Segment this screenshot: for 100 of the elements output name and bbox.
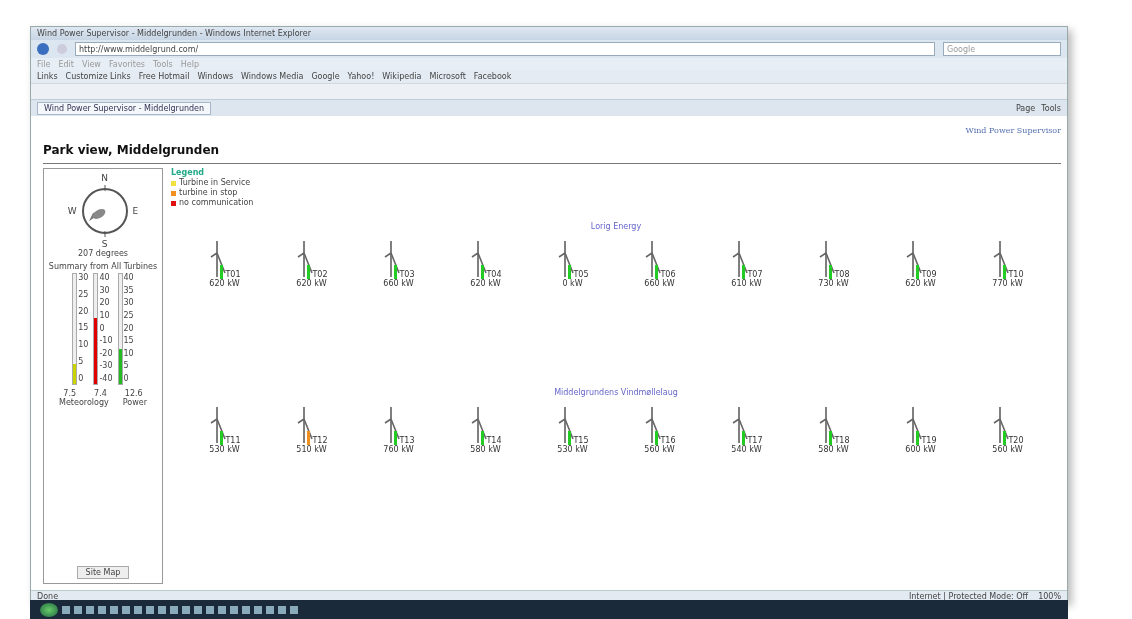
- power-reading: 610 kW: [731, 279, 762, 288]
- scale-label: 20: [78, 306, 89, 316]
- power-reading: 760 kW: [383, 445, 414, 454]
- zoom-level[interactable]: 100%: [1038, 591, 1061, 601]
- power-reading: 620 kW: [470, 279, 501, 288]
- scale-label: 25: [78, 289, 89, 299]
- scale-label: 15: [78, 323, 89, 333]
- gauge-reading: 7.5: [63, 389, 77, 398]
- turbine-id: T20: [1008, 436, 1024, 445]
- scale-label: -10: [99, 336, 113, 346]
- power-reading: 620 kW: [296, 279, 327, 288]
- park-name: Middelgrundens Vindmøllelaug: [553, 388, 679, 397]
- compass-label: N: [101, 173, 108, 183]
- link-item[interactable]: Wikipedia: [382, 72, 422, 81]
- gauge-label: Meteorology: [59, 398, 109, 407]
- turbine-id: T19: [921, 436, 937, 445]
- legend-label: Turbine in Service: [179, 178, 251, 188]
- turbine-id: T12: [312, 436, 328, 445]
- back-button[interactable]: [37, 43, 49, 55]
- scale-label: 20: [123, 323, 134, 333]
- power-reading: 580 kW: [818, 445, 849, 454]
- power-reading: 540 kW: [731, 445, 762, 454]
- wind-direction: 207 degrees: [78, 249, 128, 258]
- power-reading: 770 kW: [992, 279, 1023, 288]
- link-item[interactable]: Facebook: [473, 72, 512, 81]
- gauge-reading: 7.4: [94, 389, 107, 398]
- scale-label: 30: [78, 273, 89, 282]
- site-map-button[interactable]: Site Map: [76, 566, 130, 579]
- command-button[interactable]: Page: [1015, 103, 1036, 113]
- power-reading: 660 kW: [383, 279, 414, 288]
- power-reading: 730 kW: [818, 279, 849, 288]
- turbine-id: T18: [834, 436, 850, 445]
- scale-label: 0: [99, 323, 106, 333]
- power-reading: 0 kW: [562, 279, 583, 288]
- power-reading: 530 kW: [209, 445, 240, 454]
- power-reading: 530 kW: [557, 445, 588, 454]
- scale-label: -30: [99, 361, 113, 371]
- turbine-id: T05: [573, 270, 589, 279]
- power-reading: 580 kW: [470, 445, 501, 454]
- scale-label: 40: [123, 273, 134, 282]
- scale-label: 35: [123, 285, 134, 295]
- browser-tab[interactable]: Wind Power Supervisor - Middelgrunden: [37, 101, 212, 115]
- status-text: Done: [37, 591, 59, 601]
- scale-label: 30: [99, 285, 111, 295]
- address-field[interactable]: http://www.middelgrund.com/: [75, 42, 935, 56]
- turbine-id: T08: [834, 270, 850, 279]
- scale-label: 0: [123, 374, 130, 383]
- scale-label: 5: [78, 357, 85, 367]
- link-item[interactable]: Customize Links: [65, 72, 131, 81]
- link-item[interactable]: Links: [37, 72, 58, 81]
- gauge-reading: 12.6: [124, 389, 143, 398]
- power-reading: 560 kW: [992, 445, 1023, 454]
- scale-label: 15: [123, 336, 134, 346]
- command-button[interactable]: Tools: [1041, 103, 1061, 113]
- link-item[interactable]: Free Hotmail: [138, 72, 190, 81]
- summary-title: Summary from All Turbines: [48, 262, 158, 271]
- power-reading: 600 kW: [905, 445, 936, 454]
- scale-label: 0: [78, 373, 85, 383]
- scale-label: 40: [99, 273, 111, 282]
- power-reading: 620 kW: [905, 279, 936, 288]
- turbine-id: T13: [399, 436, 415, 445]
- link-item[interactable]: Microsoft: [429, 72, 466, 81]
- legend-label: no communication: [179, 198, 254, 208]
- window-title: Wind Power Supervisor - Middelgrunden - Windows Internet Explorer: [37, 29, 311, 38]
- power-reading: 560 kW: [644, 445, 675, 454]
- turbine-id: T14: [486, 436, 502, 445]
- turbine-id: T17: [747, 436, 763, 445]
- brand-title: Wind Power Supervisor: [965, 126, 1061, 135]
- legend-title: Legend: [171, 168, 205, 177]
- compass-label: W: [67, 206, 77, 216]
- turbine-id: T11: [225, 436, 241, 445]
- turbine-id: T07: [747, 270, 763, 279]
- link-item[interactable]: Windows: [197, 72, 234, 81]
- turbine-id: T10: [1008, 270, 1024, 279]
- turbine-id: T15: [573, 436, 589, 445]
- park-name: Lorig Energy: [589, 222, 643, 231]
- power-reading: 510 kW: [296, 445, 327, 454]
- link-item[interactable]: Yahoo!: [347, 72, 375, 81]
- legend-label: turbine in stop: [179, 188, 238, 198]
- scale-label: 5: [123, 361, 130, 371]
- turbine-id: T16: [660, 436, 676, 445]
- link-item[interactable]: Google: [311, 72, 340, 81]
- turbine-id: T03: [399, 270, 415, 279]
- turbine-id: T01: [225, 270, 241, 279]
- turbine-id: T02: [312, 270, 328, 279]
- start-button[interactable]: [40, 602, 58, 617]
- scale-label: 30: [123, 298, 134, 308]
- turbine-id: T09: [921, 270, 937, 279]
- scale-label: -20: [99, 348, 113, 358]
- scale-label: -40: [99, 374, 113, 383]
- turbine-id: T06: [660, 270, 676, 279]
- scale-label: 25: [123, 310, 134, 320]
- gauge-label: Power: [122, 398, 147, 407]
- scale-label: 10: [99, 310, 111, 320]
- compass-label: E: [132, 206, 139, 216]
- compass-label: S: [101, 239, 108, 249]
- scale-label: 10: [78, 340, 89, 350]
- turbine-id: T04: [486, 270, 502, 279]
- page-heading: Park view, Middelgrunden: [43, 143, 1061, 164]
- link-item[interactable]: Windows Media: [241, 72, 304, 81]
